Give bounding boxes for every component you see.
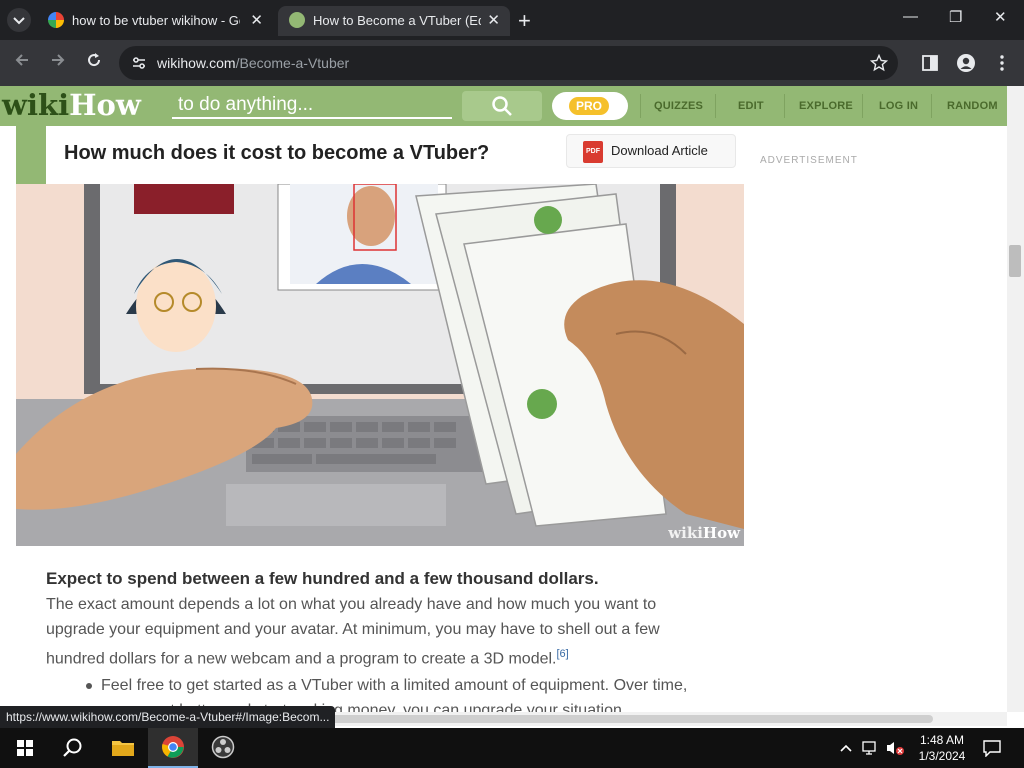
google-favicon-icon <box>48 12 64 28</box>
logo-wiki: wiki <box>2 88 70 122</box>
url-domain: wikihow.com <box>157 55 236 71</box>
tab-google-search[interactable]: how to be vtuber wikihow - Google Search… <box>37 6 273 36</box>
clock-date: 1/3/2024 <box>918 749 966 763</box>
side-panel-icon[interactable] <box>921 54 939 72</box>
pro-button[interactable]: PRO <box>552 92 628 120</box>
bullet-dot <box>86 683 92 689</box>
watermark-how: How <box>702 524 740 542</box>
wikihow-logo[interactable]: wikiHow <box>2 88 141 122</box>
volume-muted-icon[interactable] <box>885 740 905 756</box>
url-path: /Become-a-Vtuber <box>235 55 350 71</box>
citation-link[interactable]: [6] <box>557 648 569 660</box>
reload-icon[interactable] <box>85 51 103 74</box>
nav-divider <box>862 94 863 118</box>
windows-taskbar: 1:48 AM 1/3/2024 <box>0 728 1024 768</box>
wikihow-header: wikiHow to do anything... PRO QUIZZES ED… <box>0 86 1007 126</box>
nav-divider <box>931 94 932 118</box>
search-button[interactable] <box>462 91 542 121</box>
step-illustration[interactable]: wikiHow <box>16 184 744 546</box>
plus-icon[interactable]: + <box>518 8 531 34</box>
close-icon[interactable]: ✕ <box>250 11 263 29</box>
article-content: How much does it cost to become a VTuber… <box>0 126 1007 712</box>
system-clock[interactable]: 1:48 AM 1/3/2024 <box>912 732 972 764</box>
section-accent <box>16 126 46 184</box>
profile-icon[interactable] <box>956 53 976 73</box>
wikihow-search-input[interactable]: to do anything... <box>172 91 452 119</box>
star-icon[interactable] <box>870 54 888 72</box>
restore-icon[interactable]: ❐ <box>949 8 962 26</box>
address-bar[interactable]: wikihow.com/Become-a-Vtuber <box>119 46 898 80</box>
nav-divider <box>640 94 641 118</box>
tab-title: How to Become a VTuber (Equipment, Softw… <box>313 13 481 28</box>
kebab-icon[interactable] <box>995 54 1009 72</box>
download-label: Download Article <box>611 143 708 158</box>
scrollbar-thumb[interactable] <box>1009 245 1021 277</box>
nav-explore[interactable]: EXPLORE <box>799 100 853 112</box>
advertisement-label: ADVERTISEMENT <box>760 155 858 166</box>
download-article-button[interactable]: PDF Download Article <box>566 134 736 168</box>
vertical-scrollbar[interactable] <box>1007 86 1024 712</box>
search-icon <box>492 96 512 116</box>
section-headline: How much does it cost to become a VTuber… <box>64 142 490 164</box>
nav-quizzes[interactable]: QUIZZES <box>654 100 703 112</box>
nav-random[interactable]: RANDOM <box>947 100 998 112</box>
window-close-icon[interactable]: ✕ <box>994 8 1007 26</box>
nav-log-in[interactable]: LOG IN <box>879 100 918 112</box>
chevron-down-icon <box>13 17 25 25</box>
watermark-wiki: wiki <box>668 524 703 542</box>
chrome-icon[interactable] <box>148 728 198 768</box>
browser-toolbar: wikihow.com/Become-a-Vtuber <box>0 40 1024 86</box>
tab-search-button[interactable] <box>7 8 31 32</box>
pro-badge: PRO <box>569 97 609 115</box>
logo-how: How <box>69 88 141 122</box>
minimize-icon[interactable]: — <box>903 8 918 25</box>
network-icon[interactable] <box>862 740 880 756</box>
tab-strip: how to be vtuber wikihow - Google Search… <box>0 0 1024 40</box>
wikihow-watermark: wikiHow <box>668 524 740 542</box>
step-body: The exact amount depends a lot on what y… <box>46 592 686 671</box>
windows-start-icon[interactable] <box>0 728 50 768</box>
status-url: https://www.wikihow.com/Become-a-Vtuber#… <box>0 706 336 728</box>
tab-title: how to be vtuber wikihow - Google Search <box>72 13 240 28</box>
step-title: Expect to spend between a few hundred an… <box>46 569 599 588</box>
arrow-left-icon[interactable] <box>13 51 31 74</box>
clock-time: 1:48 AM <box>919 733 965 747</box>
file-explorer-icon[interactable] <box>98 728 148 768</box>
tune-icon[interactable] <box>131 55 147 71</box>
pdf-icon: PDF <box>583 141 603 163</box>
arrow-right-icon[interactable] <box>49 51 67 74</box>
obs-icon[interactable] <box>198 728 248 768</box>
illustration-vtuber-money <box>16 184 744 546</box>
close-icon[interactable]: ✕ <box>487 11 500 29</box>
notification-icon[interactable] <box>982 739 1002 757</box>
nav-divider <box>715 94 716 118</box>
search-icon[interactable] <box>48 728 98 768</box>
url-text[interactable]: wikihow.com/Become-a-Vtuber <box>157 55 349 71</box>
tab-wikihow[interactable]: How to Become a VTuber (Equipment, Softw… <box>278 6 510 36</box>
nav-edit[interactable]: EDIT <box>738 100 764 112</box>
wikihow-favicon-icon <box>289 12 305 28</box>
nav-divider <box>784 94 785 118</box>
chevron-up-icon[interactable] <box>839 741 853 755</box>
